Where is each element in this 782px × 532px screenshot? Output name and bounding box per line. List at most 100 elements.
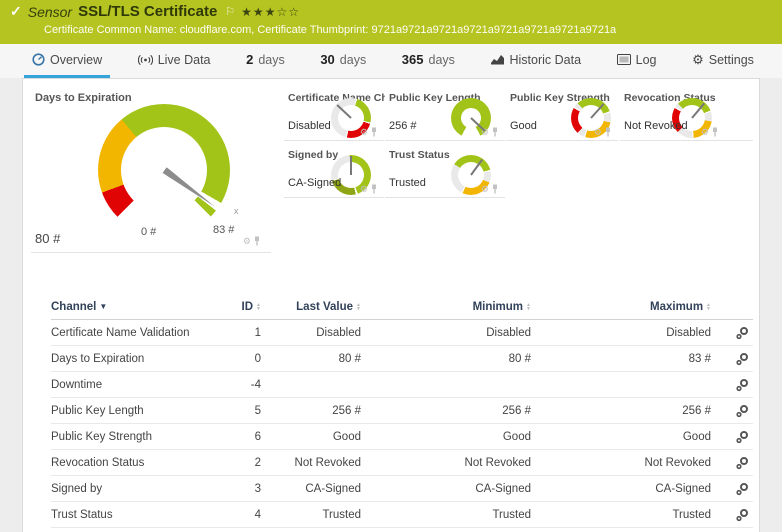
overview-panel: Days to Expiration x 0 # 83 # 80 # ⚙ Cer… [22,78,760,532]
tab-historic-data[interactable]: Historic Data [483,44,590,78]
tab-365-days-unit: days [428,52,455,67]
channel-name: Trust Status [51,508,113,521]
gauge-needle [336,104,352,119]
gauge-value: 256 # [389,120,417,132]
column-header-id[interactable]: ID ▲ ▼ [242,301,261,313]
table-row[interactable]: Downtime -4 [51,372,753,398]
channel-settings-icon[interactable] [735,456,749,470]
tab-log[interactable]: Log [609,44,665,78]
sensor-header: ✓ Sensor SSL/TLS Certificate ⚐ ★★★☆☆ Cer… [0,0,782,44]
gauge-days-to-expiration: Days to Expiration x 0 # 83 # 80 # ⚙ [31,89,271,253]
gauge-settings-icon[interactable]: ⚙ [243,236,251,246]
tab-30-days-unit: days [339,52,367,67]
channel-id: 3 [254,482,261,495]
channel-name: Signed by [51,482,103,495]
maximum: 83 # [688,352,711,365]
gauge-certificate-name-check: Certificate Name Check Disabled ⚙ [284,89,405,141]
channel-table: Channel ▼ ID ▲ ▼ Last Value ▲ ▼ Minimum ▲ ▼ Max… [51,294,753,528]
gauge-arc [98,104,230,236]
column-header-minimum[interactable]: Minimum ▲ ▼ [473,301,531,313]
gauge-value: Disabled [288,120,331,132]
flag-icon[interactable]: ⚐ [225,5,235,18]
minimum: Good [502,430,531,443]
gauge-settings-icon[interactable]: ⚙ [701,127,709,137]
tab-overview[interactable]: Overview [24,44,111,78]
table-row[interactable]: Certificate Name Validation 1 Disabled D… [51,320,753,346]
column-header-last-value[interactable]: Last Value ▲ ▼ [296,301,361,313]
channel-settings-icon[interactable] [735,404,749,418]
channel-settings-icon[interactable] [735,508,749,522]
status-ok-icon: ✓ [10,3,22,19]
sort-icon: ▲ ▼ [706,301,711,312]
pin-icon[interactable] [370,127,378,137]
gauge-settings-icon[interactable]: ⚙ [360,184,368,194]
gauge-needle [470,117,486,132]
channel-settings-icon[interactable] [735,352,749,366]
channel-settings-icon[interactable] [735,326,749,340]
gauge-needle [691,102,705,119]
table-row[interactable]: Public Key Length 5 256 # 256 # 256 # [51,398,753,424]
gauge-public-key-length: Public Key Length 256 # ⚙ [385,89,505,141]
column-header-channel[interactable]: Channel ▼ [51,301,107,313]
table-row[interactable]: Revocation Status 2 Not Revoked Not Revo… [51,450,753,476]
tab-2-days[interactable]: 2 days [238,44,293,78]
maximum: Not Revoked [644,456,711,469]
pin-icon[interactable] [253,236,261,246]
column-header-maximum[interactable]: Maximum ▲ ▼ [650,301,711,313]
tab-settings[interactable]: ⚙ Settings [684,44,762,78]
gauge-needle [590,103,605,119]
channel-name: Downtime [51,378,103,391]
pin-icon[interactable] [370,184,378,194]
table-row[interactable]: Public Key Strength 6 Good Good Good [51,424,753,450]
gauge-needle [470,159,483,176]
maximum: CA-Signed [655,482,711,495]
gear-icon: ⚙ [692,51,704,67]
gauge-title: Days to Expiration [35,92,132,104]
tab-bar: Overview Live Data 2 days 30 days 365 da… [0,44,782,78]
tab-30-days-number: 30 [320,52,335,67]
tab-live-data-label: Live Data [157,52,211,67]
gauge-scale-min: 0 # [141,226,157,238]
sort-desc-icon: ▼ [99,302,108,311]
channel-settings-icon[interactable] [735,430,749,444]
gauge-title: Trust Status [389,149,450,161]
channel-id: 2 [254,456,261,469]
channel-id: 6 [254,430,261,443]
tab-30-days[interactable]: 30 days [312,44,374,78]
table-row[interactable]: Trust Status 4 Trusted Trusted Trusted [51,502,753,528]
gauge-settings-icon[interactable]: ⚙ [481,184,489,194]
certificate-subtitle: Certificate Common Name: cloudflare.com,… [44,24,617,36]
days-to-expiration-dial [98,104,230,236]
gauge-public-key-strength: Public Key Strength Good ⚙ [506,89,618,141]
maximum: Good [682,430,711,443]
minimum: Not Revoked [464,456,531,469]
table-row[interactable]: Days to Expiration 0 80 # 80 # 83 # [51,346,753,372]
maximum: Trusted [672,508,711,521]
table-row[interactable]: Signed by 3 CA-Signed CA-Signed CA-Signe… [51,476,753,502]
gauge-icon [32,53,45,66]
channel-settings-icon[interactable] [735,482,749,496]
gauge-value: Trusted [389,177,426,189]
last-value: CA-Signed [305,482,361,495]
pin-icon[interactable] [491,184,499,194]
object-kind-label: Sensor [27,3,73,20]
channel-settings-icon[interactable] [735,378,749,392]
tab-live-data[interactable]: Live Data [130,44,219,78]
pin-icon[interactable] [604,127,612,137]
pin-icon[interactable] [711,127,719,137]
tab-log-label: Log [635,52,657,67]
gauge-revocation-status: Revocation Status Not Revoked ⚙ [620,89,753,141]
maximum: 256 # [682,404,711,417]
axis-marker: x [234,206,239,216]
gauge-settings-icon[interactable]: ⚙ [360,127,368,137]
gauge-current-value: 80 # [35,231,61,246]
minimum: 80 # [508,352,531,365]
channel-id: -4 [250,378,261,391]
sensor-title: SSL/TLS Certificate [78,3,218,20]
pin-icon[interactable] [491,127,499,137]
gauge-settings-icon[interactable]: ⚙ [594,127,602,137]
bar-chart-icon [490,55,504,65]
tab-2-days-unit: days [258,52,285,67]
priority-stars[interactable]: ★★★☆☆ [241,5,300,19]
tab-365-days[interactable]: 365 days [394,44,463,78]
